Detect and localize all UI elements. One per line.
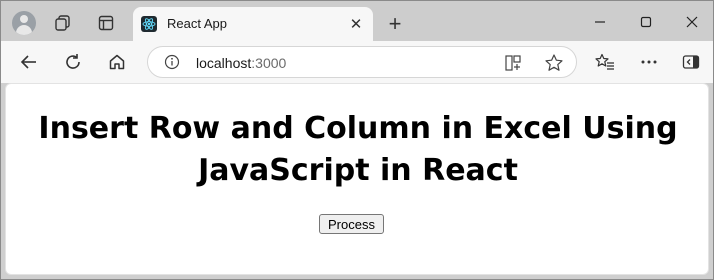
minimize-button[interactable] (577, 7, 623, 37)
tab-react-app[interactable]: React App ✕ (133, 7, 373, 41)
back-button[interactable] (13, 47, 45, 77)
react-icon (141, 16, 157, 32)
maximize-button[interactable] (623, 7, 669, 37)
star-icon[interactable] (544, 53, 564, 73)
minimize-icon (595, 21, 605, 23)
favorites-button[interactable] (589, 47, 621, 77)
sidebar-icon (682, 55, 700, 69)
refresh-button[interactable] (57, 47, 89, 77)
process-button[interactable]: Process (319, 214, 384, 234)
favorites-icon (595, 53, 614, 70)
tab-actions-button[interactable] (91, 9, 121, 37)
sidebar-button[interactable] (675, 47, 707, 77)
more-button[interactable] (633, 47, 665, 77)
home-button[interactable] (101, 47, 133, 77)
address-bar[interactable]: localhost:3000 (147, 46, 577, 78)
tab-strip: React App ✕ + (1, 1, 713, 41)
url-port: :3000 (251, 55, 287, 71)
home-icon (109, 54, 125, 70)
workspaces-button[interactable] (48, 9, 78, 37)
tab-title: React App (167, 16, 227, 31)
new-tab-button[interactable]: + (381, 10, 409, 38)
profile-icon (12, 11, 36, 35)
page-title: Insert Row and Column in Excel Using Jav… (6, 108, 710, 192)
split-screen-icon[interactable] (504, 54, 522, 72)
browser-window: React App ✕ + localhost:3000 Insert Row … (0, 0, 714, 280)
tab-actions-icon (98, 15, 114, 31)
back-arrow-icon (20, 55, 36, 69)
url-text: localhost:3000 (196, 55, 286, 71)
profile-button[interactable] (9, 9, 39, 37)
maximize-icon (640, 16, 652, 28)
workspaces-icon (55, 15, 70, 31)
url-host: localhost (196, 55, 252, 71)
tab-close-icon[interactable]: ✕ (345, 13, 367, 35)
close-icon (686, 16, 698, 28)
page-content: Insert Row and Column in Excel Using Jav… (5, 83, 709, 275)
page-title-line-1: Insert Row and Column in Excel Using (38, 111, 678, 146)
page-title-line-2: JavaScript in React (198, 153, 518, 188)
browser-toolbar: localhost:3000 (1, 41, 713, 83)
refresh-icon (66, 54, 80, 69)
close-window-button[interactable] (669, 7, 713, 37)
info-icon[interactable] (164, 54, 180, 70)
more-icon (641, 60, 657, 64)
